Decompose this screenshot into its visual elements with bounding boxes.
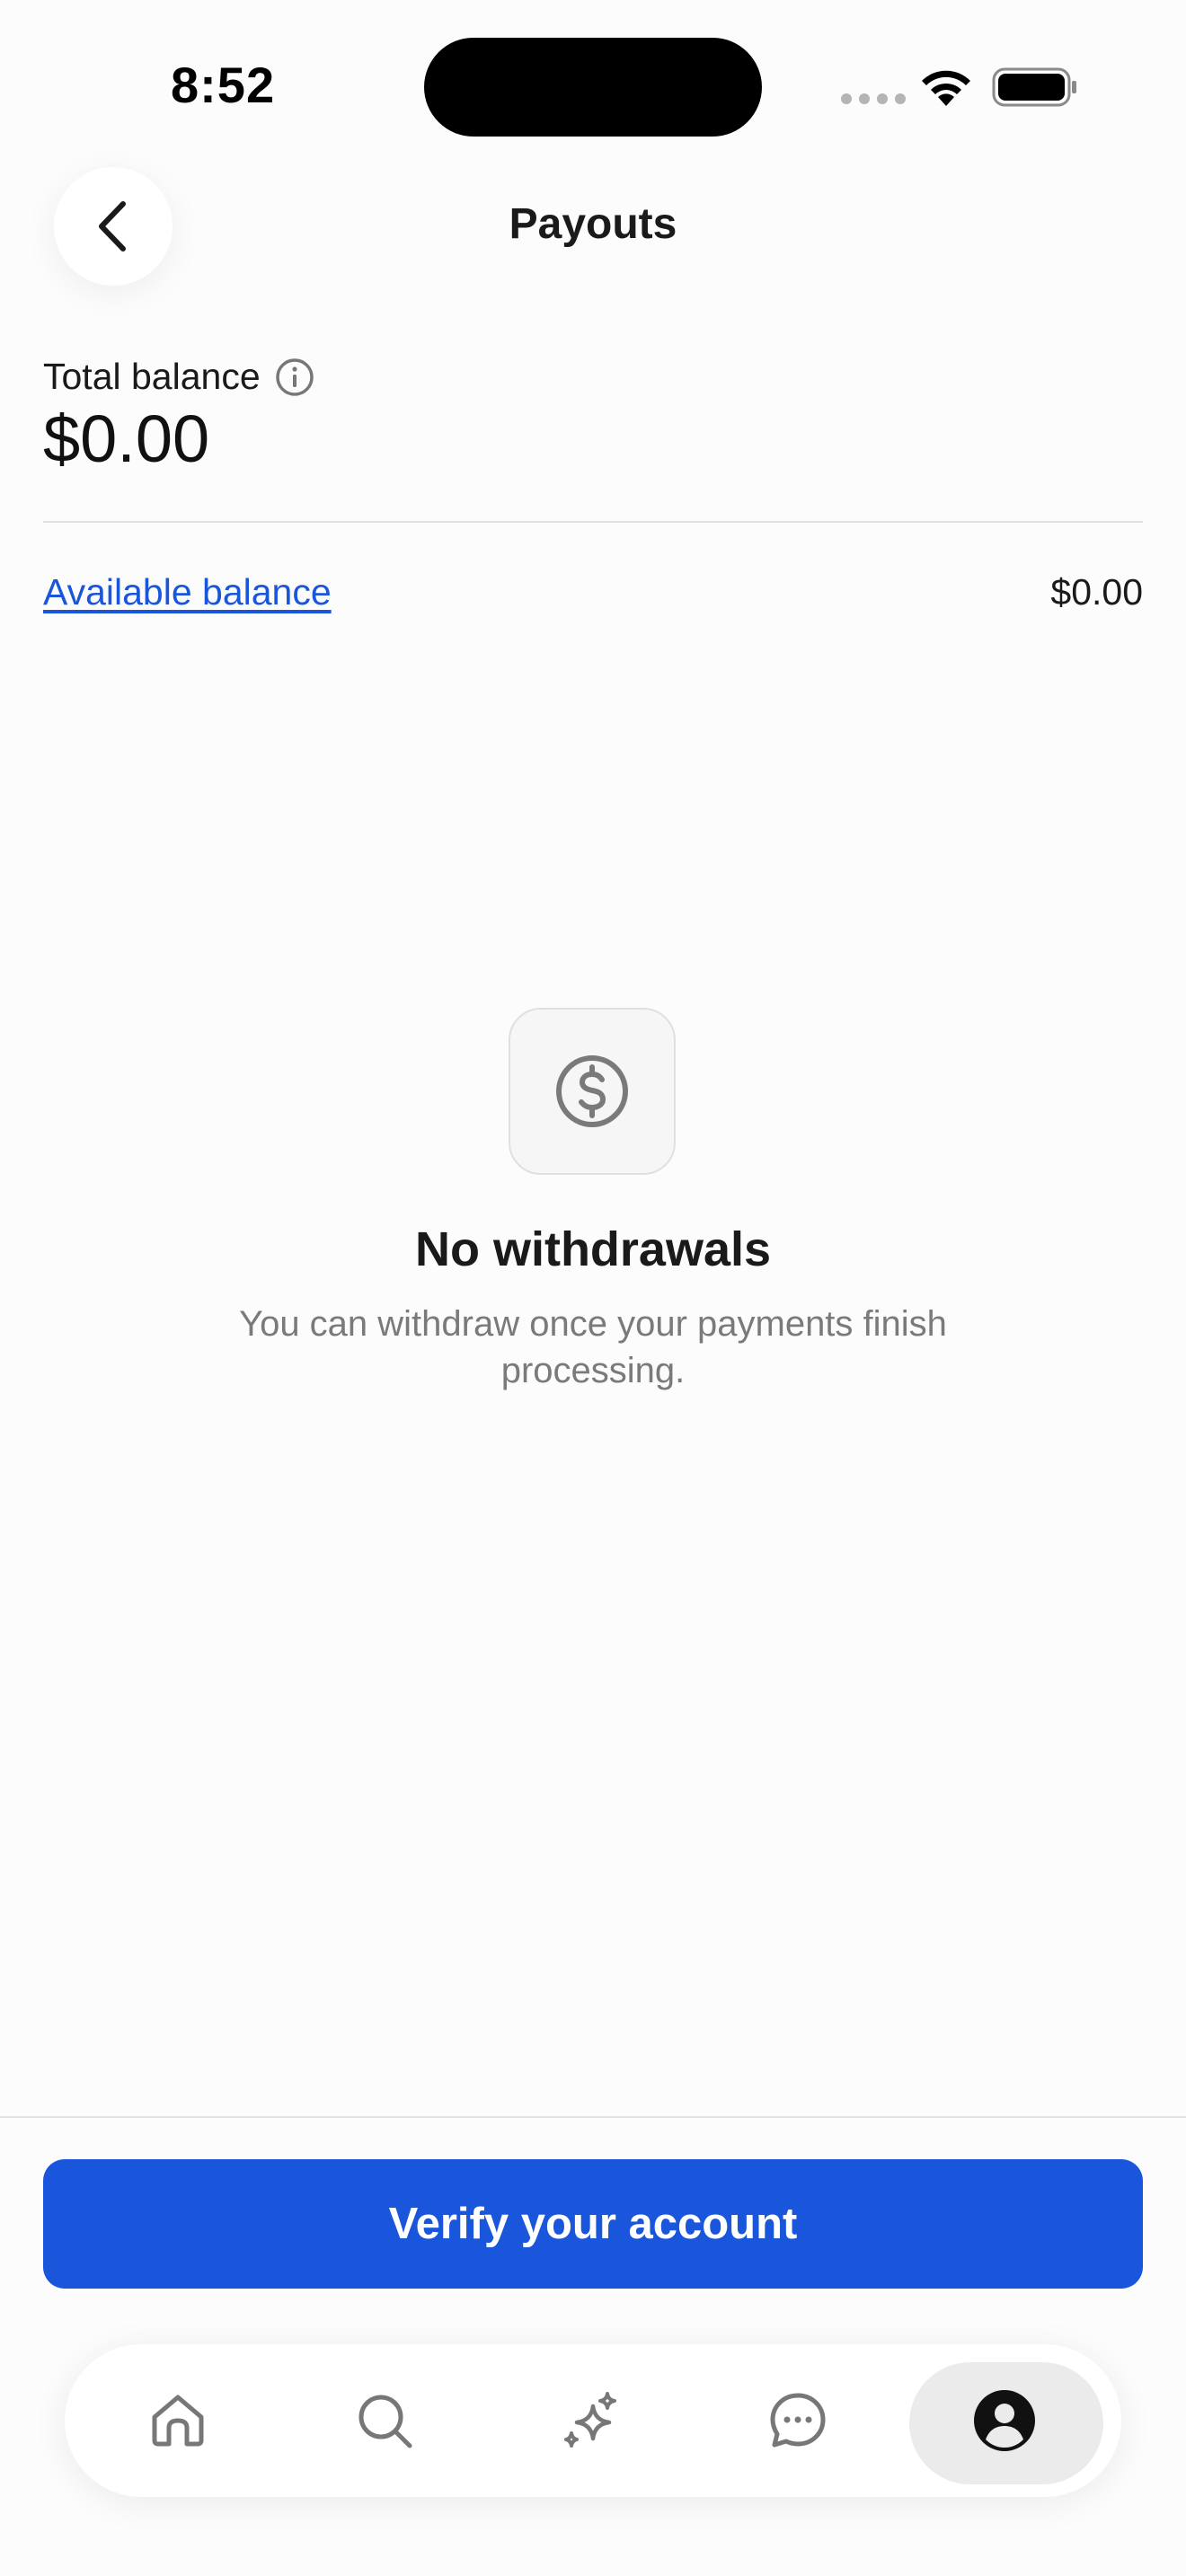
home-icon bbox=[152, 2395, 204, 2447]
bottom-divider bbox=[0, 2116, 1186, 2118]
tab-home[interactable] bbox=[81, 2344, 275, 2497]
total-balance-row: Total balance bbox=[43, 356, 314, 398]
payouts-screen: 8:52 Payouts Total balance $0.00 Availab… bbox=[0, 0, 1186, 2576]
total-balance-label: Total balance bbox=[43, 356, 261, 397]
tab-sparkle[interactable] bbox=[494, 2344, 688, 2497]
status-time: 8:52 bbox=[171, 57, 276, 113]
page-title: Payouts bbox=[509, 200, 677, 248]
wifi-icon bbox=[922, 70, 970, 106]
tab-profile[interactable] bbox=[907, 2344, 1103, 2497]
empty-state-description: You can withdraw once your payments fini… bbox=[239, 1304, 947, 1390]
tab-bar bbox=[65, 2344, 1121, 2497]
battery-icon bbox=[992, 67, 1076, 107]
empty-state-icon-box bbox=[509, 1008, 676, 1175]
total-balance-amount: $0.00 bbox=[43, 401, 210, 476]
sparkle-icon bbox=[564, 2392, 616, 2448]
dollar-circle-icon bbox=[556, 1055, 628, 1127]
verify-account-button[interactable]: Verify your account bbox=[43, 2159, 1143, 2289]
dynamic-island bbox=[424, 38, 762, 137]
info-icon[interactable] bbox=[275, 357, 314, 397]
balance-divider bbox=[43, 521, 1143, 523]
available-balance-amount: $0.00 bbox=[1050, 571, 1143, 613]
profile-icon bbox=[974, 2390, 1035, 2451]
chat-icon bbox=[770, 2393, 826, 2448]
search-icon bbox=[358, 2395, 412, 2448]
empty-state-title: No withdrawals bbox=[414, 1222, 772, 1276]
available-balance-link[interactable]: Available balance bbox=[43, 571, 332, 613]
tab-search[interactable] bbox=[288, 2344, 482, 2497]
tab-messages[interactable] bbox=[701, 2344, 895, 2497]
cellular-signal-icon bbox=[841, 93, 906, 104]
